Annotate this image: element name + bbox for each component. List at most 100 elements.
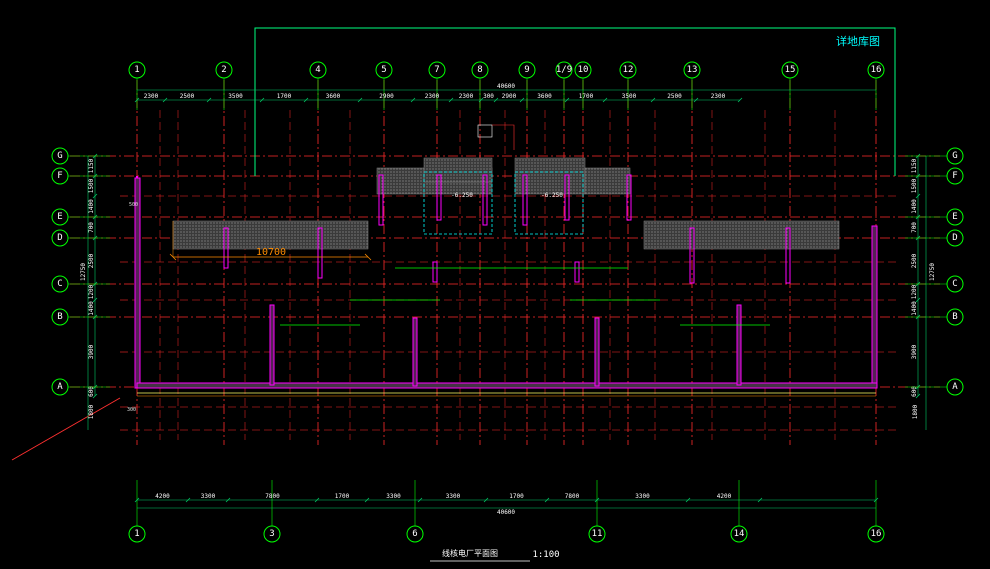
leader-arrow xyxy=(11,397,121,461)
bottom-seg-dim-label-5: 3300 xyxy=(446,493,461,500)
bottom-seg-dim-label-9: 4200 xyxy=(717,493,732,500)
hatch-center-right xyxy=(584,167,631,195)
axis-bubble-bottom-1-label: 3 xyxy=(269,529,274,539)
top-seg-dim-label-5: 2900 xyxy=(379,93,394,100)
axis-bubble-top-12-label: 16 xyxy=(871,65,882,75)
stair-leader xyxy=(492,124,515,150)
internal-wall-0 xyxy=(269,304,275,386)
left-seg-dim-label-6: 1400 xyxy=(88,301,95,316)
axis-bubble-left-5-label: B xyxy=(57,312,62,322)
axis-bubble-top-9-label: 12 xyxy=(623,65,634,75)
axis-bubble-top-1-label: 2 xyxy=(221,65,226,75)
internal-wall-2 xyxy=(594,317,600,387)
axis-bubble-top-3-label: 5 xyxy=(381,65,386,75)
top-seg-dim-label-11: 1700 xyxy=(579,93,594,100)
internal-wall-1 xyxy=(412,317,418,387)
axis-bubbles: 1 2 4 5 7 8 9 1/9 10 12 13 15 161 3 6 11 14 16G GF FE ED DC CB… xyxy=(51,61,964,543)
axis-bubble-right-0-label: G xyxy=(952,151,957,161)
level-mark-2: -6.250 xyxy=(541,192,563,199)
plan-title: 线核电厂平面图 xyxy=(442,548,498,558)
axis-bubble-top-6-label: 9 xyxy=(524,65,529,75)
left-seg-dim-label-0: 1150 xyxy=(88,158,95,173)
axis-bubble-left-2-label: E xyxy=(57,212,62,222)
bottom-seg-dim-label-3: 1700 xyxy=(335,493,350,500)
offset-300-dim: 300 xyxy=(127,407,136,413)
top-seg-dim-label-6: 2300 xyxy=(425,93,440,100)
axis-bubble-bottom-2-label: 6 xyxy=(412,529,417,539)
bottom-seg-dim-label-4: 3300 xyxy=(386,493,401,500)
left-seg-dim-label-1: 1500 xyxy=(88,178,95,193)
axis-bubble-right-6-label: A xyxy=(952,382,958,392)
top-seg-dim-label-13: 2500 xyxy=(667,93,682,100)
axis-bubble-top-10-label: 13 xyxy=(687,65,698,75)
axis-bubble-left-1-label: F xyxy=(57,171,62,181)
dimension-lines: 2300 2500 3500 1700 3600 2900 2300 2300 300 2900 3… xyxy=(87,89,927,509)
axis-bubble-left-0-label: G xyxy=(57,151,62,161)
axis-bubble-top-11-label: 15 xyxy=(785,65,796,75)
bottom-seg-dim-label-1: 3300 xyxy=(201,493,216,500)
bottom-seg-dim-label-7: 7800 xyxy=(565,493,580,500)
top-seg-dim-label-7: 2300 xyxy=(459,93,474,100)
bottom-seg-dim-label-8: 3300 xyxy=(635,493,650,500)
top-seg-dim-label-1: 2500 xyxy=(180,93,195,100)
wall-outlines xyxy=(134,174,878,397)
cad-drawing: 2300 2500 3500 1700 3600 2900 2300 2300 300 2900 3… xyxy=(11,27,964,562)
detail-title: 详地库图 xyxy=(836,34,880,48)
axis-bubble-right-1-label: F xyxy=(952,171,957,181)
axis-bubble-right-2-label: E xyxy=(952,212,957,222)
axis-bubble-right-4-label: C xyxy=(952,279,957,289)
top-seg-dim-label-8: 300 xyxy=(483,93,494,100)
axis-bubble-bottom-4-label: 14 xyxy=(734,529,745,539)
left-seg-dim-label-8: 600 xyxy=(88,386,95,397)
top-seg-dim-label-0: 2300 xyxy=(144,93,159,100)
right-seg-dim-label-3: 700 xyxy=(911,222,918,233)
right-wall xyxy=(871,225,878,389)
left-seg-dim-label-3: 700 xyxy=(88,222,95,233)
top-seg-dim-label-2: 3500 xyxy=(228,93,243,100)
left-wall xyxy=(134,177,141,389)
top-seg-dim-label-9: 2900 xyxy=(502,93,517,100)
level-mark-1: -6.250 xyxy=(451,192,473,199)
axis-bubble-top-5-label: 8 xyxy=(477,65,482,75)
axis-bubble-top-8-label: 10 xyxy=(578,65,589,75)
top-seg-dim-label-14: 2300 xyxy=(711,93,726,100)
bottom-seg-dim-label-6: 1700 xyxy=(509,493,524,500)
hatch-left xyxy=(172,220,369,250)
top-seg-dim-label-12: 3500 xyxy=(622,93,637,100)
top-seg-dim-label-4: 3600 xyxy=(326,93,341,100)
right-seg-dim-label-8: 600 xyxy=(911,386,918,397)
axis-bubble-right-5-label: B xyxy=(952,312,957,322)
top-total-dim: 40600 xyxy=(497,83,515,90)
hatched-zones xyxy=(172,157,840,250)
bottom-total-dim: 40600 xyxy=(497,509,515,516)
left-bottom-dim: 1800 xyxy=(88,404,95,419)
axis-bubble-left-4-label: C xyxy=(57,279,62,289)
right-bottom-dim: 1800 xyxy=(912,404,919,419)
left-seg-dim-label-4: 2500 xyxy=(88,253,95,268)
axis-bubble-top-7-label: 1/9 xyxy=(556,65,572,75)
top-frame xyxy=(254,27,896,176)
right-seg-dim-label-1: 1500 xyxy=(911,178,918,193)
axis-bubble-top-2-label: 4 xyxy=(315,65,320,75)
axis-bubble-left-6-label: A xyxy=(57,382,63,392)
bottom-seg-dim-label-0: 4200 xyxy=(155,493,170,500)
axis-bubble-right-3-label: D xyxy=(952,233,957,243)
right-seg-dim-label-7: 3900 xyxy=(911,344,918,359)
top-seg-dim-label-10: 3600 xyxy=(537,93,552,100)
bottom-wall xyxy=(136,382,878,389)
left-seg-dim-label-7: 3900 xyxy=(88,344,95,359)
right-seg-dim-label-0: 1150 xyxy=(911,158,918,173)
axis-bubble-top-0-label: 1 xyxy=(134,65,139,75)
hatch-right xyxy=(643,220,840,250)
axis-bubble-bottom-5-label: 16 xyxy=(871,529,882,539)
left-seg-dim-label-2: 1400 xyxy=(88,199,95,214)
bottom-seg-dim-label-2: 7800 xyxy=(265,493,280,500)
axis-grid xyxy=(70,78,940,526)
hatch-center-top xyxy=(423,157,493,183)
left-seg-dim-label-5: 1200 xyxy=(88,284,95,299)
axis-bubble-top-4-label: 7 xyxy=(434,65,439,75)
right-seg-dim-label-2: 1400 xyxy=(911,199,918,214)
wall-stub-4 xyxy=(432,261,438,283)
right-seg-dim-label-6: 1400 xyxy=(911,301,918,316)
axis-bubble-bottom-3-label: 11 xyxy=(592,529,603,539)
